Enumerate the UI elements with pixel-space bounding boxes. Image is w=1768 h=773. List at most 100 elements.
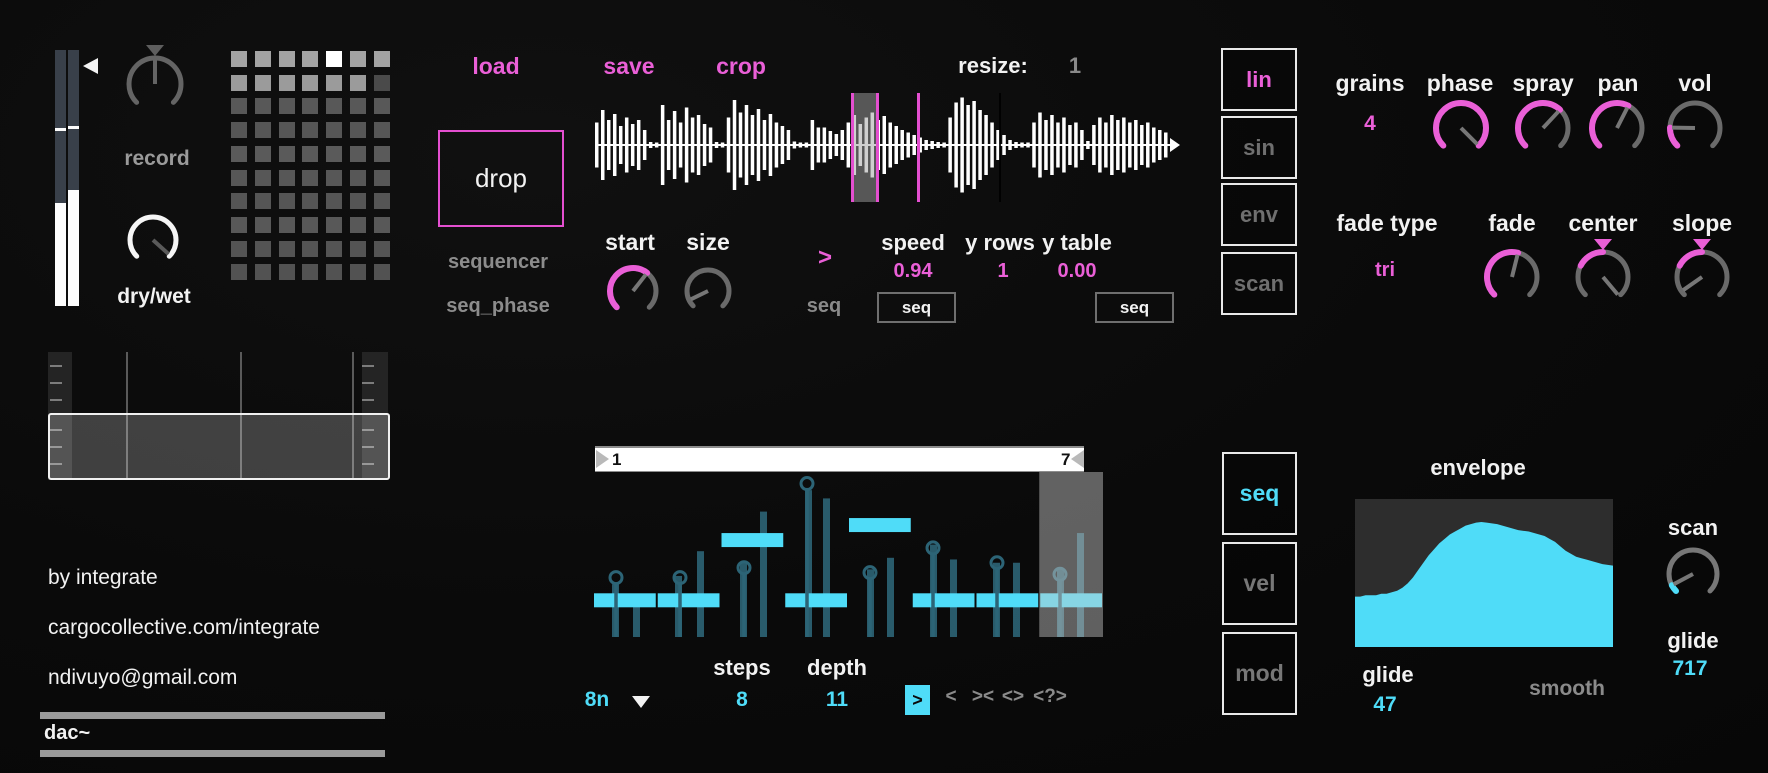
- matrix-cell[interactable]: [326, 98, 342, 114]
- save-button[interactable]: save: [603, 53, 654, 80]
- play-pingpong-button[interactable]: ><: [972, 686, 994, 708]
- center-knob[interactable]: [1562, 236, 1644, 318]
- matrix-cell[interactable]: [302, 122, 318, 138]
- matrix-cell[interactable]: [302, 193, 318, 209]
- slope-knob[interactable]: [1661, 236, 1743, 318]
- matrix-cell[interactable]: [255, 217, 271, 233]
- matrix-cell[interactable]: [350, 170, 366, 186]
- size-knob[interactable]: [671, 254, 745, 328]
- matrix-cell[interactable]: [374, 98, 390, 114]
- matrix-cell[interactable]: [231, 146, 247, 162]
- matrix-cell[interactable]: [302, 51, 318, 67]
- matrix-cell[interactable]: [255, 122, 271, 138]
- matrix-cell[interactable]: [231, 193, 247, 209]
- matrix-cell[interactable]: [350, 51, 366, 67]
- overview-display[interactable]: [48, 352, 390, 480]
- start-knob[interactable]: [594, 252, 672, 330]
- ytable-seq-button[interactable]: seq: [1095, 292, 1174, 323]
- matrix-cell[interactable]: [255, 241, 271, 257]
- ytable-value[interactable]: 0.00: [1058, 260, 1097, 283]
- range-slider[interactable]: 1 7: [595, 446, 1084, 472]
- matrix-cell[interactable]: [350, 98, 366, 114]
- matrix-cell[interactable]: [279, 241, 295, 257]
- matrix-cell[interactable]: [350, 241, 366, 257]
- spray-knob[interactable]: [1502, 87, 1584, 169]
- waveform-display[interactable]: [595, 92, 1180, 204]
- matrix-cell[interactable]: [350, 122, 366, 138]
- matrix-cell[interactable]: [302, 75, 318, 91]
- speed-seq-button[interactable]: seq: [877, 292, 956, 323]
- matrix-cell[interactable]: [374, 75, 390, 91]
- overview-selection-box[interactable]: [48, 413, 390, 480]
- matrix-cell[interactable]: [231, 170, 247, 186]
- fade-type-value[interactable]: tri: [1375, 259, 1395, 282]
- matrix-cell[interactable]: [326, 75, 342, 91]
- grains-value[interactable]: 4: [1364, 112, 1376, 136]
- matrix-cell[interactable]: [231, 122, 247, 138]
- matrix-cell[interactable]: [231, 51, 247, 67]
- matrix-cell[interactable]: [302, 264, 318, 280]
- matrix-cell[interactable]: [374, 193, 390, 209]
- matrix-cell[interactable]: [279, 170, 295, 186]
- record-knob[interactable]: [113, 42, 197, 126]
- matrix-cell[interactable]: [279, 146, 295, 162]
- matrix-cell[interactable]: [374, 241, 390, 257]
- matrix-cell[interactable]: [302, 146, 318, 162]
- matrix-cell[interactable]: [255, 146, 271, 162]
- matrix-cell[interactable]: [231, 75, 247, 91]
- sample-seq-label[interactable]: seq: [807, 295, 841, 318]
- matrix-cell[interactable]: [350, 193, 366, 209]
- depth-value[interactable]: 11: [826, 688, 848, 712]
- glide-left-value[interactable]: 47: [1373, 693, 1396, 717]
- layer-mod-button[interactable]: mod: [1222, 632, 1297, 715]
- phase-knob[interactable]: [1420, 87, 1502, 169]
- sequencer-button[interactable]: sequencer: [448, 251, 548, 274]
- range-handle-right-icon[interactable]: [1071, 450, 1084, 468]
- matrix-cell[interactable]: [255, 98, 271, 114]
- matrix-cell[interactable]: [255, 193, 271, 209]
- play-outin-button[interactable]: <>: [1002, 686, 1024, 708]
- matrix-cell[interactable]: [255, 51, 271, 67]
- matrix-cell[interactable]: [302, 241, 318, 257]
- sample-play-arrow[interactable]: >: [818, 244, 832, 272]
- play-random-button[interactable]: <?>: [1033, 686, 1067, 708]
- matrix-cell[interactable]: [255, 264, 271, 280]
- seq-phase-button[interactable]: seq_phase: [446, 295, 549, 318]
- matrix-cell[interactable]: [350, 264, 366, 280]
- matrix-cell[interactable]: [326, 51, 342, 67]
- matrix-cell[interactable]: [326, 146, 342, 162]
- matrix-cell[interactable]: [255, 170, 271, 186]
- step-sequencer-display[interactable]: [593, 472, 1103, 637]
- resize-value[interactable]: 1: [1069, 53, 1081, 79]
- matrix-cell[interactable]: [279, 122, 295, 138]
- rate-dropdown-icon[interactable]: [632, 696, 650, 708]
- matrix-cell[interactable]: [326, 241, 342, 257]
- dac-object[interactable]: dac~: [40, 712, 385, 757]
- pan-knob[interactable]: [1576, 87, 1658, 169]
- mode-scan-button[interactable]: scan: [1221, 252, 1297, 315]
- mode-env-button[interactable]: env: [1221, 183, 1297, 246]
- matrix-cell[interactable]: [231, 217, 247, 233]
- envelope-display[interactable]: [1355, 499, 1613, 647]
- load-button[interactable]: load: [472, 53, 519, 80]
- matrix-cell[interactable]: [350, 146, 366, 162]
- waveform-selection[interactable]: [851, 93, 879, 202]
- glide-right-value[interactable]: 717: [1672, 657, 1707, 681]
- mode-lin-button[interactable]: lin: [1221, 48, 1297, 111]
- matrix-cell[interactable]: [279, 217, 295, 233]
- matrix-cell[interactable]: [231, 98, 247, 114]
- matrix-cell[interactable]: [231, 264, 247, 280]
- matrix-cell[interactable]: [326, 122, 342, 138]
- meter-pointer-icon[interactable]: [83, 58, 98, 74]
- matrix-cell[interactable]: [326, 264, 342, 280]
- rate-value[interactable]: 8n: [585, 688, 610, 712]
- steps-value[interactable]: 8: [736, 688, 748, 712]
- smooth-label[interactable]: smooth: [1529, 677, 1605, 701]
- layer-vel-button[interactable]: vel: [1222, 542, 1297, 625]
- matrix-cell[interactable]: [302, 217, 318, 233]
- vol-knob[interactable]: [1654, 87, 1736, 169]
- layer-seq-button[interactable]: seq: [1222, 452, 1297, 535]
- matrix-cell[interactable]: [350, 75, 366, 91]
- matrix-cell[interactable]: [350, 217, 366, 233]
- matrix-cell[interactable]: [279, 193, 295, 209]
